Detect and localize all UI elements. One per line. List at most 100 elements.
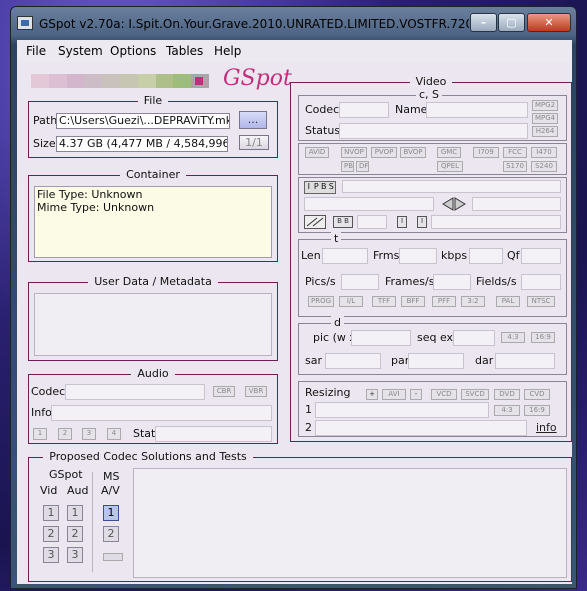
client-area: GSpot File Path C:\Users\Guezi\...DEPRAV…	[17, 62, 572, 584]
fields-per-sec-label: Fields/s	[476, 275, 517, 288]
frame-sequence-field	[342, 180, 561, 193]
page-counter[interactable]: 1/1	[239, 135, 269, 150]
i-tag-1: I	[397, 216, 407, 228]
vid-label: Vid	[40, 484, 58, 497]
gspot-vid-2[interactable]: 2	[43, 526, 59, 542]
video-codec-label: Codec	[305, 103, 340, 116]
s240-tag: S240	[531, 161, 557, 172]
maximize-icon: ▢	[506, 16, 517, 29]
minimize-button[interactable]: –	[470, 13, 497, 32]
window-title: GSpot v2.70a: I.Spit.On.Your.Grave.2010.…	[39, 17, 469, 31]
menu-file[interactable]: File	[26, 44, 46, 58]
cs-section-label: c, S	[416, 88, 443, 101]
pvop-tag: PVOP	[371, 147, 397, 158]
proposed-solutions-area[interactable]	[133, 468, 567, 578]
video-group-title: Video	[409, 75, 453, 88]
resize-plus-tag[interactable]: +	[366, 389, 378, 400]
il-tag: I/L	[339, 296, 363, 307]
mime-type-text: Mime Type: Unknown	[37, 201, 155, 214]
progress-strip	[31, 74, 209, 88]
maximize-button[interactable]: ▢	[498, 13, 525, 32]
bvop-tag: BVOP	[400, 147, 426, 158]
proposed-codec-group: Proposed Codec Solutions and Tests GSpot…	[28, 450, 572, 582]
container-group: Container File Type: Unknown Mime Type: …	[28, 168, 278, 262]
ms-av-1[interactable]: 1	[103, 505, 119, 521]
video-status-field	[339, 123, 528, 139]
gspot-vid-3[interactable]: 3	[43, 547, 59, 563]
gspot-aud-3[interactable]: 3	[67, 547, 83, 563]
close-button[interactable]: ✕	[527, 13, 571, 32]
pics-per-sec-label: Pics/s	[305, 275, 336, 288]
audio-group-title: Audio	[131, 367, 175, 380]
frames-per-sec-label: Frames/s	[385, 275, 435, 288]
resize-4-3-tag[interactable]: 4:3	[494, 405, 520, 416]
ratio-16-9-tag: 16:9	[531, 332, 555, 343]
pal-tag: PAL	[496, 296, 520, 307]
seq-ext-field	[453, 330, 495, 346]
resize-svcd-tag[interactable]: SVCD	[461, 389, 489, 400]
nvop-tag: NVOP	[341, 147, 367, 158]
gspot-aud-1[interactable]: 1	[67, 505, 83, 521]
resize-vcd-tag[interactable]: VCD	[431, 389, 457, 400]
frame-left-field	[304, 197, 434, 211]
container-info-area[interactable]: File Type: Unknown Mime Type: Unknown	[34, 186, 272, 258]
menu-system[interactable]: System	[58, 44, 103, 58]
i470-tag: I470	[531, 147, 557, 158]
audio-stream-3[interactable]: 3	[82, 428, 96, 440]
frms-label: Frms	[373, 249, 400, 262]
menu-options[interactable]: Options	[110, 44, 156, 58]
ms-av-3-slot[interactable]	[103, 553, 123, 561]
mpg4-tag: MPG4	[532, 113, 558, 124]
close-icon: ✕	[544, 16, 554, 29]
menu-bar: File System Options Tables Help	[17, 40, 572, 62]
ntsc-tag: NTSC	[527, 296, 555, 307]
video-name-field	[426, 102, 528, 118]
menu-tables[interactable]: Tables	[166, 44, 203, 58]
gmc-tag: GMC	[437, 147, 461, 158]
pics-per-sec-field	[341, 274, 379, 290]
metadata-group: User Data / Metadata	[28, 275, 278, 361]
cbr-tag: CBR	[213, 386, 235, 397]
sar-label: sar	[305, 354, 322, 367]
file-group: File Path C:\Users\Guezi\...DEPRAViTY.mk…	[28, 94, 278, 158]
audio-info-field	[51, 405, 272, 421]
mpg2-tag: MPG2	[532, 100, 558, 111]
info-link[interactable]: info	[536, 421, 557, 434]
tff-tag: TFF	[372, 296, 396, 307]
metadata-area[interactable]	[34, 293, 272, 356]
resize-dvd-tag[interactable]: DVD	[494, 389, 520, 400]
gspot-window: GSpot v2.70a: I.Spit.On.Your.Grave.2010.…	[10, 6, 577, 589]
resize-minus-tag[interactable]: -	[410, 389, 422, 400]
title-bar[interactable]: GSpot v2.70a: I.Spit.On.Your.Grave.2010.…	[11, 7, 576, 37]
pff-tag: PFF	[432, 296, 456, 307]
pb-tag: PB	[341, 161, 354, 172]
play-arrows-icon[interactable]	[441, 196, 467, 212]
qpel-tag: QPEL	[437, 161, 463, 172]
len-field	[322, 248, 368, 264]
frames-per-sec-field	[433, 274, 471, 290]
par-field	[408, 353, 464, 369]
video-status-label: Status	[305, 124, 341, 137]
resize-16-9-tag[interactable]: 16:9	[524, 405, 550, 416]
path-field[interactable]: C:\Users\Guezi\...DEPRAViTY.mkv	[56, 113, 230, 129]
len-label: Len	[301, 249, 321, 262]
aspect-preview-icon	[304, 215, 326, 229]
d-section-label: d	[331, 316, 344, 329]
avid-tag: AVID	[305, 147, 329, 158]
resize-avi-tag[interactable]: AVI	[382, 389, 406, 400]
ms-av-2[interactable]: 2	[103, 526, 119, 542]
sar-field	[325, 353, 381, 369]
audio-stream-1[interactable]: 1	[33, 428, 47, 440]
browse-button[interactable]: ...	[239, 111, 267, 129]
gspot-vid-1[interactable]: 1	[43, 505, 59, 521]
app-icon	[17, 16, 33, 30]
audio-stream-2[interactable]: 2	[58, 428, 72, 440]
audio-stream-4[interactable]: 4	[107, 428, 121, 440]
aud-label: Aud	[67, 484, 89, 497]
gspot-aud-2[interactable]: 2	[67, 526, 83, 542]
df-tag: DF	[356, 161, 369, 172]
h264-tag: H264	[532, 126, 558, 137]
frame-letter-i: I	[307, 182, 310, 191]
menu-help[interactable]: Help	[214, 44, 241, 58]
resize-cvd-tag[interactable]: CVD	[524, 389, 550, 400]
